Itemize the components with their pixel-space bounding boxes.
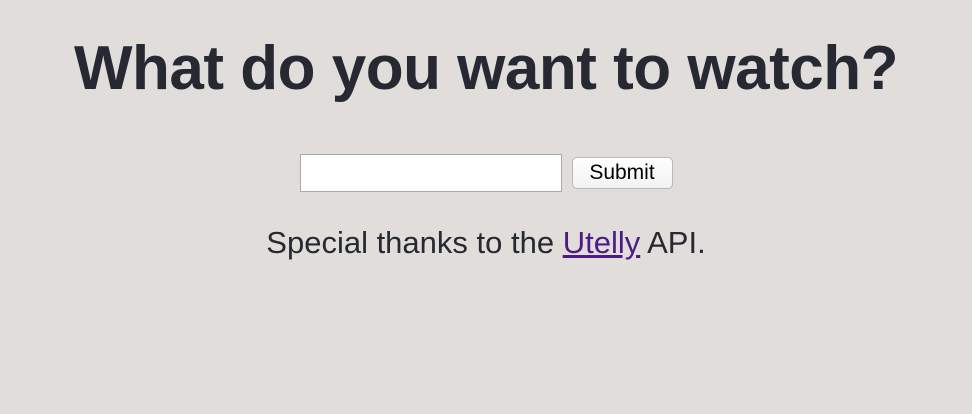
search-input[interactable]	[299, 154, 562, 192]
submit-button[interactable]: Submit	[571, 157, 673, 189]
credits-prefix: Special thanks to the	[266, 225, 563, 260]
utelly-link[interactable]: Utelly	[563, 225, 641, 260]
page: What do you want to watch? Submit Specia…	[0, 0, 972, 414]
credits-suffix: API.	[640, 225, 706, 260]
search-form: Submit	[0, 154, 972, 192]
page-title: What do you want to watch?	[74, 34, 898, 103]
credits-text: Special thanks to the Utelly API.	[0, 224, 972, 262]
